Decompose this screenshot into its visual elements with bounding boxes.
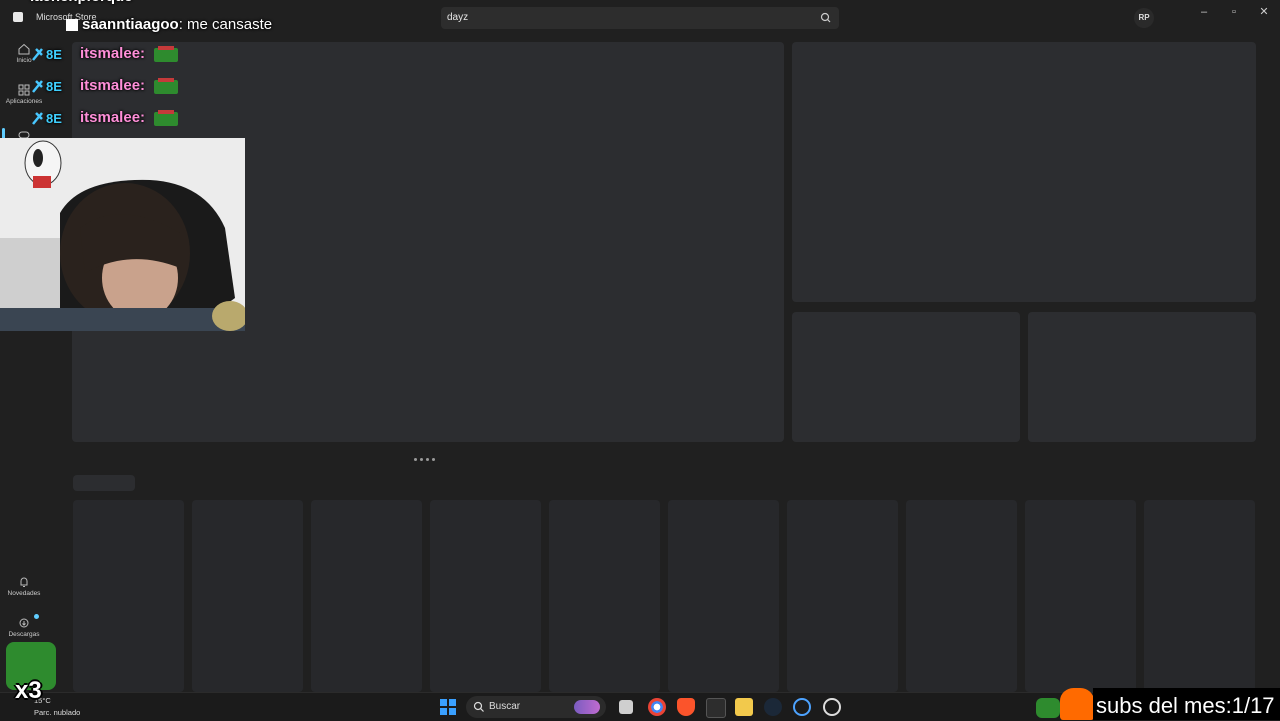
webcam-image bbox=[0, 138, 245, 331]
sidebar-item-label: Descargas bbox=[8, 631, 40, 638]
card-placeholder bbox=[906, 500, 1017, 692]
chat-separator: : bbox=[140, 77, 146, 94]
maximize-button[interactable]: ▫ bbox=[1222, 4, 1246, 20]
home-icon bbox=[18, 43, 30, 55]
chat-separator: : bbox=[140, 109, 146, 126]
card-placeholder bbox=[430, 500, 541, 692]
search-input[interactable]: dayz bbox=[441, 7, 839, 29]
subs-counter: subs del mes:1/17 bbox=[1093, 688, 1280, 720]
card-placeholder bbox=[787, 500, 898, 692]
loading-dots bbox=[414, 448, 444, 461]
tile-placeholder bbox=[792, 312, 1020, 442]
task-view-icon[interactable] bbox=[619, 700, 633, 714]
card-placeholder bbox=[311, 500, 422, 692]
ccleaner-icon[interactable] bbox=[793, 698, 811, 716]
brave-icon[interactable] bbox=[677, 698, 695, 716]
chat-separator: : bbox=[178, 16, 183, 33]
chat-line: 8E itsmalee: bbox=[30, 109, 179, 133]
chat-username: itsmalee bbox=[80, 45, 141, 62]
apps-icon bbox=[18, 84, 30, 96]
sidebar-item-novedades[interactable]: Novedades bbox=[0, 575, 48, 597]
obs-icon[interactable] bbox=[823, 698, 841, 716]
chat-message: me cansaste bbox=[187, 16, 273, 33]
search-icon[interactable] bbox=[819, 11, 833, 25]
chat-line: saanntiaagoo: me cansaste bbox=[66, 16, 272, 40]
pepe-emote-icon bbox=[154, 78, 179, 95]
search-icon bbox=[473, 701, 484, 712]
badge-icon: 8E bbox=[32, 79, 62, 94]
svg-text:8E: 8E bbox=[46, 47, 62, 62]
pepe-emote-icon bbox=[1036, 698, 1060, 718]
sidebar-item-label: Novedades bbox=[7, 590, 41, 597]
card-placeholder bbox=[1144, 500, 1255, 692]
svg-text:8E: 8E bbox=[46, 79, 62, 94]
chat-username: lachenplorque bbox=[30, 0, 133, 5]
windows-start-icon[interactable] bbox=[440, 699, 456, 715]
section-title-placeholder bbox=[73, 475, 135, 491]
steam-icon[interactable] bbox=[764, 698, 782, 716]
chat-line: 8E itsmalee: bbox=[30, 77, 179, 101]
file-explorer-icon[interactable] bbox=[735, 698, 753, 716]
pepe-emote-icon bbox=[154, 46, 179, 63]
fire-emote-icon bbox=[1060, 688, 1094, 720]
webcam-feed bbox=[0, 138, 245, 331]
chat-line-partial: lachenplorque bbox=[30, 0, 133, 12]
store-icon[interactable] bbox=[706, 698, 726, 718]
chat-username: itsmalee bbox=[80, 109, 141, 126]
minimize-button[interactable]: – bbox=[1192, 4, 1216, 20]
notification-dot bbox=[34, 614, 39, 619]
taskbar-search-label: Buscar bbox=[489, 701, 521, 712]
chat-username: itsmalee bbox=[80, 77, 141, 94]
chrome-icon[interactable] bbox=[648, 698, 666, 716]
card-placeholder bbox=[549, 500, 660, 692]
taskbar-search[interactable]: Buscar bbox=[466, 696, 606, 718]
svg-text:8E: 8E bbox=[46, 111, 62, 126]
weather-description[interactable]: Parc. nublado bbox=[34, 708, 80, 717]
pepe-emote-icon bbox=[154, 110, 179, 127]
combo-multiplier: x3 bbox=[15, 677, 42, 704]
card-placeholder bbox=[73, 500, 184, 692]
sidebar-item-descargas[interactable]: Descargas bbox=[0, 616, 48, 638]
search-highlight-icon bbox=[574, 700, 600, 714]
card-placeholder bbox=[1025, 500, 1136, 692]
featured-placeholder bbox=[792, 42, 1256, 302]
badge-icon bbox=[66, 19, 78, 32]
badge-icon: 8E bbox=[32, 47, 62, 62]
card-placeholder bbox=[668, 500, 779, 692]
search-value[interactable]: dayz bbox=[447, 12, 468, 23]
close-button[interactable]: ✕ bbox=[1252, 4, 1276, 20]
tile-placeholder bbox=[1028, 312, 1256, 442]
badge-icon: 8E bbox=[32, 111, 62, 126]
chat-username: saanntiaagoo bbox=[82, 16, 179, 33]
chat-separator: : bbox=[140, 45, 146, 62]
download-icon bbox=[19, 618, 29, 628]
chat-line: 8E itsmalee: bbox=[30, 45, 179, 69]
card-placeholder bbox=[192, 500, 303, 692]
bell-icon bbox=[20, 577, 28, 587]
avatar[interactable]: RP bbox=[1134, 8, 1154, 28]
store-logo-icon bbox=[13, 12, 23, 22]
